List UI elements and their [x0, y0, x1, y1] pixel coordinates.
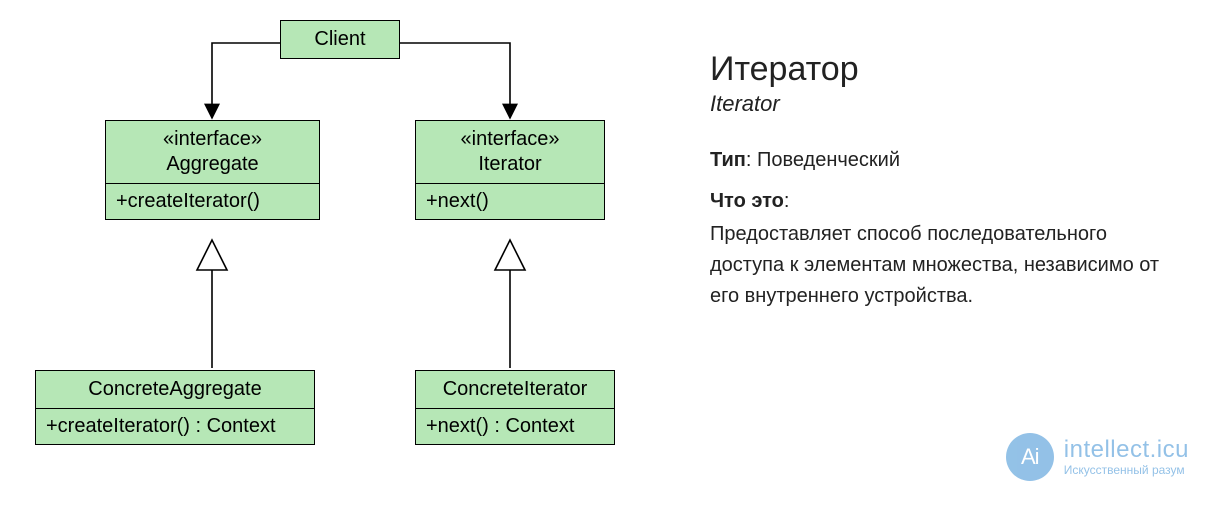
concrete-aggregate-method: +createIterator() : Context: [36, 408, 314, 444]
concrete-iterator-name: ConcreteIterator: [416, 371, 614, 408]
interface-iterator: «interface» Iterator +next(): [415, 120, 605, 220]
interface-aggregate: «interface» Aggregate +createIterator(): [105, 120, 320, 220]
class-name: Iterator: [478, 153, 541, 175]
description-text: Предоставляет способ последова­тельного …: [710, 219, 1180, 312]
stereotype-label: «interface»: [461, 128, 560, 150]
pattern-title: Итератор: [710, 50, 1180, 89]
edge-client-iterator: [400, 43, 510, 118]
type-label: Тип: [710, 149, 746, 171]
class-concrete-iterator: ConcreteIterator +next() : Context: [415, 370, 615, 445]
interface-iterator-method: +next(): [416, 183, 604, 219]
concrete-iterator-method: +next() : Context: [416, 408, 614, 444]
what-label: Что это: [710, 190, 784, 212]
type-value: : Поведенческий: [746, 149, 900, 171]
type-line: Тип: Поведенческий: [710, 145, 1180, 176]
generalization-triangle-iterator: [495, 240, 525, 270]
class-client: Client: [280, 20, 400, 59]
watermark-badge-icon: Ai: [1006, 433, 1054, 481]
interface-aggregate-method: +createIterator(): [106, 183, 319, 219]
what-line: Что это:: [710, 186, 1180, 217]
interface-aggregate-title: «interface» Aggregate: [106, 121, 319, 183]
stereotype-label: «interface»: [163, 128, 262, 150]
watermark: Ai intellect.icu Искусственный разум: [1006, 433, 1189, 481]
class-concrete-aggregate: ConcreteAggregate +createIterator() : Co…: [35, 370, 315, 445]
class-name: Aggregate: [166, 153, 258, 175]
watermark-sub: Искусственный разум: [1064, 464, 1189, 476]
uml-diagram: Client «interface» Aggregate +createIter…: [0, 0, 700, 511]
class-client-title: Client: [281, 21, 399, 58]
interface-iterator-title: «interface» Iterator: [416, 121, 604, 183]
concrete-aggregate-name: ConcreteAggregate: [36, 371, 314, 408]
watermark-main: intellect.icu: [1064, 438, 1189, 462]
pattern-subtitle: Iterator: [710, 91, 1180, 117]
edge-client-aggregate: [212, 43, 280, 118]
watermark-text: intellect.icu Искусственный разум: [1064, 438, 1189, 476]
generalization-triangle-aggregate: [197, 240, 227, 270]
description-panel: Итератор Iterator Тип: Поведенческий Что…: [710, 50, 1180, 322]
what-colon: :: [784, 190, 790, 212]
